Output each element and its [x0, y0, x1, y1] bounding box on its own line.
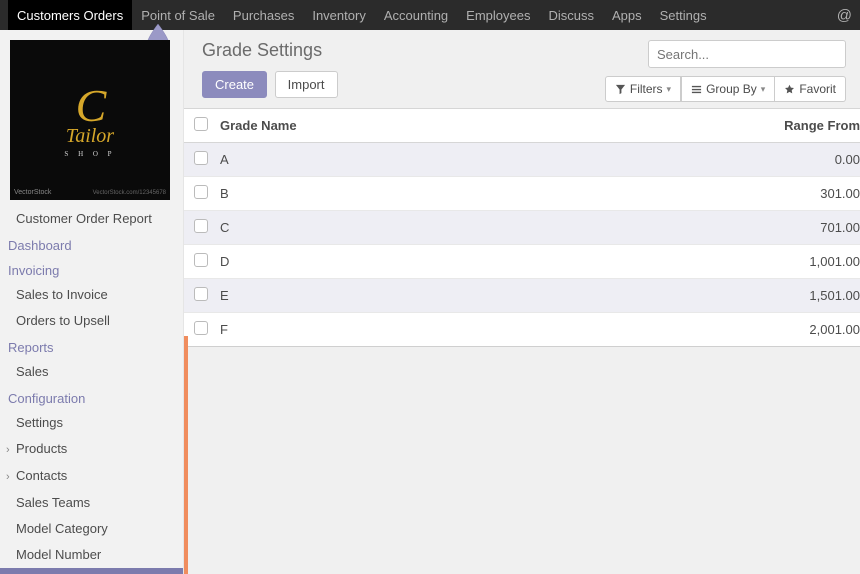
cell-range-from: 701.00	[550, 211, 860, 245]
top-menu-item[interactable]: Apps	[603, 0, 651, 30]
logo-watermark: VectorStock	[14, 189, 51, 196]
cell-grade-name: E	[214, 279, 550, 313]
top-menu-item[interactable]: Customers Orders	[8, 0, 132, 30]
top-menu-item[interactable]: Settings	[651, 0, 716, 30]
table-row[interactable]: E 1,501.00	[184, 279, 860, 313]
sidebar-item-contacts[interactable]: Contacts	[0, 463, 183, 490]
top-menu-item[interactable]: Discuss	[539, 0, 603, 30]
row-checkbox[interactable]	[194, 151, 208, 165]
sidebar-item-customer-order-report[interactable]: Customer Order Report	[0, 206, 183, 232]
cell-grade-name: A	[214, 143, 550, 177]
list-icon	[691, 84, 702, 95]
search-box[interactable]	[648, 40, 846, 68]
sidebar-item-products[interactable]: Products	[0, 436, 183, 463]
main-content: Grade Settings Create Import Filters ▾	[184, 30, 860, 574]
logo-name: Tailor	[64, 125, 115, 148]
chevron-down-icon: ▾	[667, 84, 672, 95]
row-checkbox[interactable]	[194, 185, 208, 199]
sidebar-header-invoicing: Invoicing	[0, 257, 183, 282]
star-icon	[784, 84, 795, 95]
sidebar-item-orders-to-upsell[interactable]: Orders to Upsell	[0, 308, 183, 334]
cell-range-from: 301.00	[550, 177, 860, 211]
row-checkbox[interactable]	[194, 219, 208, 233]
logo-area: C Tailor S H O P VectorStock VectorStock…	[0, 30, 183, 206]
table-row[interactable]: B 301.00	[184, 177, 860, 211]
cell-range-from: 0.00	[550, 143, 860, 177]
sidebar-header-configuration: Configuration	[0, 385, 183, 410]
top-menu: Customers Orders Point of Sale Purchases…	[0, 0, 860, 30]
vertical-accent-bar	[184, 336, 188, 574]
control-panel: Grade Settings Create Import Filters ▾	[184, 30, 860, 108]
cell-grade-name: C	[214, 211, 550, 245]
cell-grade-name: B	[214, 177, 550, 211]
top-menu-item[interactable]: Inventory	[303, 0, 374, 30]
funnel-icon	[615, 84, 626, 95]
sidebar-item-settings[interactable]: Settings	[0, 410, 183, 436]
logo-initial: C	[64, 83, 115, 129]
top-menu-item[interactable]: Purchases	[224, 0, 303, 30]
chevron-down-icon: ▾	[761, 84, 766, 95]
column-header-grade-name[interactable]: Grade Name	[214, 109, 550, 143]
sidebar-item-sales-to-invoice[interactable]: Sales to Invoice	[0, 282, 183, 308]
logo-watermark-right: VectorStock.com/12345678	[93, 190, 166, 196]
select-all-checkbox[interactable]	[194, 117, 208, 131]
sidebar-item-sales-teams[interactable]: Sales Teams	[0, 490, 183, 516]
search-input[interactable]	[657, 47, 837, 62]
row-checkbox[interactable]	[194, 287, 208, 301]
groupby-label: Group By	[706, 82, 757, 96]
favorites-label: Favorit	[799, 82, 836, 96]
filters-label: Filters	[630, 82, 663, 96]
favorites-button[interactable]: Favorit	[775, 76, 846, 102]
list-view: Grade Name Range From A 0.00 B 301.00	[184, 108, 860, 347]
table-row[interactable]: F 2,001.00	[184, 313, 860, 347]
cell-range-from: 2,001.00	[550, 313, 860, 347]
cell-range-from: 1,001.00	[550, 245, 860, 279]
groupby-button[interactable]: Group By ▾	[681, 76, 775, 102]
grade-table: Grade Name Range From A 0.00 B 301.00	[184, 108, 860, 347]
sidebar-header-dashboard: Dashboard	[0, 232, 183, 257]
top-menu-item[interactable]: Employees	[457, 0, 539, 30]
row-checkbox[interactable]	[194, 321, 208, 335]
sidebar-item-model-number[interactable]: Model Number	[0, 542, 183, 568]
sidebar-item-model-category[interactable]: Model Category	[0, 516, 183, 542]
cell-range-from: 1,501.00	[550, 279, 860, 313]
filter-toolbar: Filters ▾ Group By ▾ Favorit	[605, 76, 846, 102]
sidebar: C Tailor S H O P VectorStock VectorStock…	[0, 30, 184, 574]
top-menu-item[interactable]: Accounting	[375, 0, 457, 30]
create-button[interactable]: Create	[202, 71, 267, 98]
page-title: Grade Settings	[202, 40, 338, 61]
column-header-range-from[interactable]: Range From	[550, 109, 860, 143]
table-row[interactable]: D 1,001.00	[184, 245, 860, 279]
import-button[interactable]: Import	[275, 71, 338, 98]
user-menu-icon[interactable]: @	[837, 7, 852, 24]
row-checkbox[interactable]	[194, 253, 208, 267]
filters-button[interactable]: Filters ▾	[605, 76, 681, 102]
cell-grade-name: D	[214, 245, 550, 279]
cell-grade-name: F	[214, 313, 550, 347]
table-row[interactable]: C 701.00	[184, 211, 860, 245]
sidebar-item-sales[interactable]: Sales	[0, 359, 183, 385]
company-logo: C Tailor S H O P VectorStock VectorStock…	[10, 40, 170, 200]
logo-tagline: S H O P	[64, 150, 115, 158]
sidebar-item-grade-settings[interactable]: Grade Settings	[0, 568, 183, 574]
sidebar-nav: Customer Order Report Dashboard Invoicin…	[0, 206, 183, 574]
table-row[interactable]: A 0.00	[184, 143, 860, 177]
sidebar-header-reports: Reports	[0, 334, 183, 359]
